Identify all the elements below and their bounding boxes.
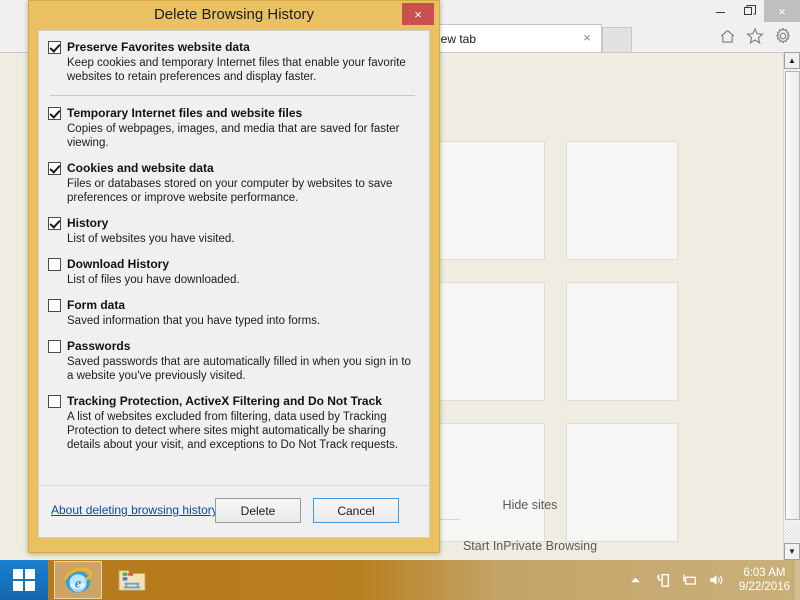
taskbar-items: e xyxy=(0,560,156,600)
delete-browsing-history-dialog: Delete Browsing History × Preserve Favor… xyxy=(28,0,440,553)
option-item[interactable]: Tracking Protection, ActiveX Filtering a… xyxy=(48,394,417,452)
option-title: Temporary Internet files and website fil… xyxy=(67,106,303,120)
checkbox-checked-icon[interactable] xyxy=(48,41,61,54)
power-icon[interactable] xyxy=(654,571,672,589)
option-description: Files or databases stored on your comput… xyxy=(67,178,393,204)
file-explorer-icon xyxy=(118,570,146,591)
about-deleting-browsing-history-link[interactable]: About deleting browsing history xyxy=(51,503,218,517)
scrollbar-down-arrow-icon[interactable]: ▼ xyxy=(784,543,800,560)
option-item[interactable]: History List of websites you have visited… xyxy=(48,216,417,246)
network-icon[interactable] xyxy=(681,571,699,589)
option-header[interactable]: Form data xyxy=(48,298,417,312)
windows-logo-icon xyxy=(13,569,35,591)
new-tab-button[interactable] xyxy=(602,27,632,52)
page-scrollbar[interactable]: ▲ ▼ xyxy=(783,52,800,560)
option-description: List of websites you have visited. xyxy=(67,233,235,245)
option-header[interactable]: Cookies and website data xyxy=(48,161,417,175)
option-item[interactable]: Preserve Favorites website data Keep cook… xyxy=(48,40,417,84)
option-description: Saved passwords that are automatically f… xyxy=(67,356,411,382)
site-tile[interactable] xyxy=(566,423,678,542)
show-desktop-button[interactable] xyxy=(795,560,800,600)
option-title: Preserve Favorites website data xyxy=(67,40,250,54)
checkbox-checked-icon[interactable] xyxy=(48,217,61,230)
svg-text:e: e xyxy=(75,576,81,592)
taskbar-item-internet-explorer[interactable]: e xyxy=(54,561,102,599)
option-title: Cookies and website data xyxy=(67,161,214,175)
browser-toolbar-icons xyxy=(716,25,794,47)
option-title: Download History xyxy=(67,257,170,271)
option-title: Tracking Protection, ActiveX Filtering a… xyxy=(67,394,382,408)
option-item[interactable]: Passwords Saved passwords that are automa… xyxy=(48,339,417,383)
option-title: Passwords xyxy=(67,339,131,353)
favorites-star-icon[interactable] xyxy=(744,25,766,47)
scrollbar-up-arrow-icon[interactable]: ▲ xyxy=(784,52,800,69)
show-hidden-icons-icon[interactable] xyxy=(627,571,645,589)
checkbox-checked-icon[interactable] xyxy=(48,107,61,120)
window-controls: × xyxy=(706,0,800,22)
taskbar-clock[interactable]: 6:03 AM 9/22/2016 xyxy=(739,566,790,594)
delete-button[interactable]: Delete xyxy=(215,498,301,523)
start-button[interactable] xyxy=(0,560,48,600)
site-tile[interactable] xyxy=(433,282,545,401)
browser-tab[interactable]: New tab × xyxy=(425,24,602,52)
screen-root: × New tab × Hide sites Start InPrivate B… xyxy=(0,0,800,600)
site-tile[interactable] xyxy=(433,423,545,542)
checkbox-unchecked-icon[interactable] xyxy=(48,395,61,408)
option-item[interactable]: Download History List of files you have d… xyxy=(48,257,417,287)
internet-explorer-icon: e xyxy=(64,567,93,593)
hide-sites-link[interactable]: Hide sites xyxy=(503,498,558,512)
option-header[interactable]: Download History xyxy=(48,257,417,271)
taskbar-item-file-explorer[interactable] xyxy=(108,561,156,599)
window-close-icon[interactable]: × xyxy=(764,0,800,22)
clock-date: 9/22/2016 xyxy=(738,581,790,593)
system-tray: 6:03 AM 9/22/2016 xyxy=(627,560,794,600)
minimize-icon[interactable] xyxy=(706,0,735,22)
checkbox-unchecked-icon[interactable] xyxy=(48,299,61,312)
restore-icon[interactable] xyxy=(735,0,764,22)
option-separator xyxy=(50,95,415,96)
option-description: Copies of webpages, images, and media th… xyxy=(67,123,400,149)
option-title: History xyxy=(67,216,109,230)
dialog-body: Preserve Favorites website data Keep cook… xyxy=(38,30,430,538)
dialog-title: Delete Browsing History xyxy=(153,6,315,23)
dialog-close-button[interactable]: × xyxy=(402,3,434,25)
option-description: Keep cookies and temporary Internet file… xyxy=(67,57,406,83)
option-item[interactable]: Cookies and website data Files or databas… xyxy=(48,161,417,205)
option-header[interactable]: Preserve Favorites website data xyxy=(48,40,417,54)
option-item[interactable]: Temporary Internet files and website fil… xyxy=(48,106,417,150)
options-list: Preserve Favorites website data Keep cook… xyxy=(39,31,429,487)
option-description: A list of websites excluded from filteri… xyxy=(67,411,399,451)
home-icon[interactable] xyxy=(716,25,738,47)
option-header[interactable]: Temporary Internet files and website fil… xyxy=(48,106,417,120)
dialog-titlebar: Delete Browsing History × xyxy=(29,1,439,30)
option-item[interactable]: Form data Saved information that you have… xyxy=(48,298,417,328)
checkbox-unchecked-icon[interactable] xyxy=(48,340,61,353)
option-header[interactable]: History xyxy=(48,216,417,230)
checkbox-unchecked-icon[interactable] xyxy=(48,258,61,271)
site-tile[interactable] xyxy=(566,282,678,401)
checkbox-checked-icon[interactable] xyxy=(48,162,61,175)
volume-icon[interactable] xyxy=(708,571,726,589)
option-header[interactable]: Tracking Protection, ActiveX Filtering a… xyxy=(48,394,417,408)
taskbar: e 6:03 AM 9/22/2016 xyxy=(0,560,800,600)
option-header[interactable]: Passwords xyxy=(48,339,417,353)
option-description: List of files you have downloaded. xyxy=(67,274,240,286)
cancel-button[interactable]: Cancel xyxy=(313,498,399,523)
option-title: Form data xyxy=(67,298,126,312)
clock-time: 6:03 AM xyxy=(743,567,786,579)
site-tile[interactable] xyxy=(566,141,678,260)
scrollbar-thumb[interactable] xyxy=(785,71,800,520)
site-tile[interactable] xyxy=(433,141,545,260)
scrollbar-track[interactable] xyxy=(785,523,800,542)
settings-gear-icon[interactable] xyxy=(772,25,794,47)
tab-close-icon[interactable]: × xyxy=(580,31,594,45)
option-description: Saved information that you have typed in… xyxy=(67,315,321,327)
dialog-footer: About deleting browsing history Delete C… xyxy=(39,485,429,537)
